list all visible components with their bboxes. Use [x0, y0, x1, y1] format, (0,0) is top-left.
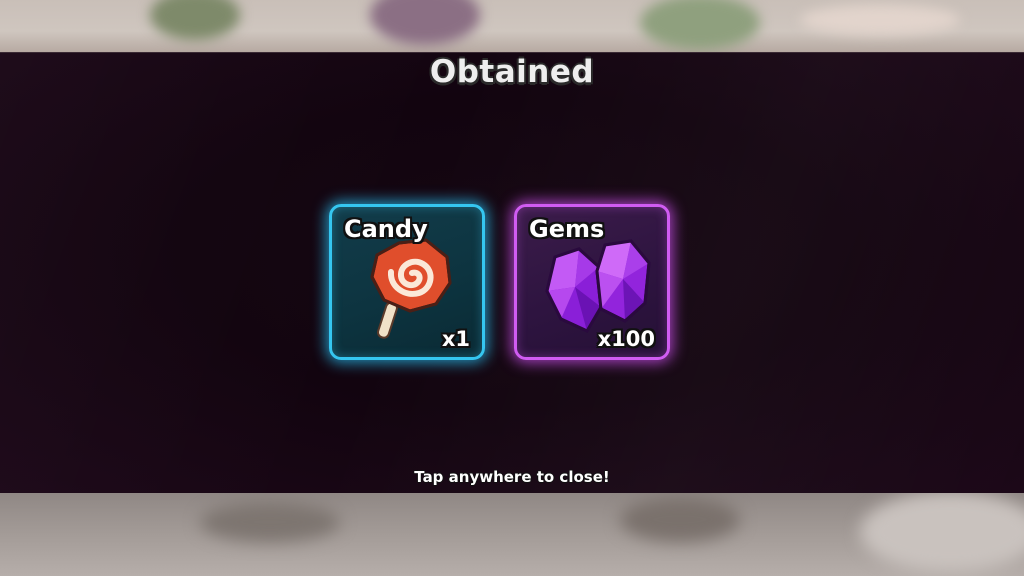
close-hint: Tap anywhere to close! [414, 468, 610, 486]
game-background-bottom [0, 492, 1024, 576]
reward-quantity: x100 [597, 327, 655, 351]
reward-quantity: x1 [441, 327, 470, 351]
reward-name: Gems [529, 215, 605, 243]
close-overlay[interactable] [0, 52, 1024, 493]
game-background-top [0, 0, 1024, 52]
reward-card-candy: Candy x1 [329, 204, 485, 360]
popup-title: Obtained [429, 54, 595, 90]
reward-name: Candy [344, 215, 428, 243]
reward-card-gems: Gems x100 [514, 204, 670, 360]
